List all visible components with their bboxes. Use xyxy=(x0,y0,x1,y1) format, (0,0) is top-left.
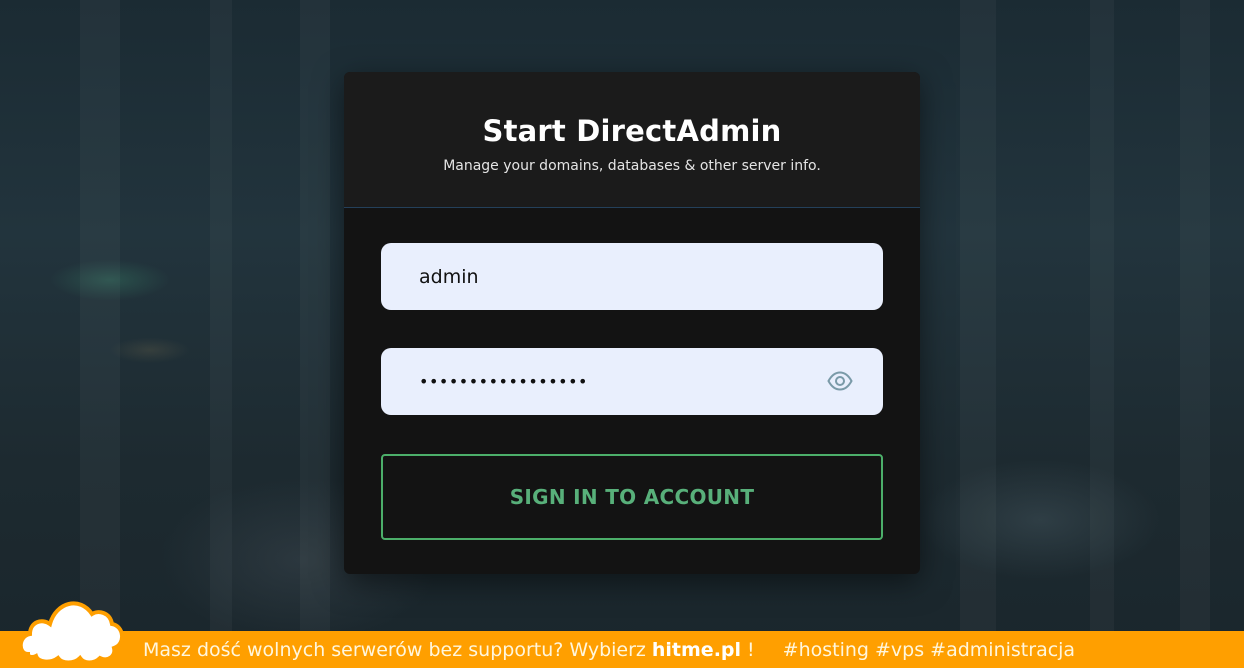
password-value: ••••••••••••••••• xyxy=(419,372,588,391)
promo-brand[interactable]: hitme.pl xyxy=(652,639,741,661)
promo-hashtags: #hosting #vps #administracja xyxy=(782,638,1076,661)
username-value: admin xyxy=(419,265,479,288)
cloud-logo-icon xyxy=(18,601,124,665)
login-title: Start DirectAdmin xyxy=(482,114,782,148)
username-field[interactable]: admin xyxy=(381,243,883,310)
promo-banner[interactable]: Masz dość wolnych serwerów bez supportu?… xyxy=(0,631,1244,668)
promo-line: Masz dość wolnych serwerów bez supportu?… xyxy=(143,631,1075,668)
login-subtitle: Manage your domains, databases & other s… xyxy=(443,158,821,174)
eye-icon[interactable] xyxy=(827,370,853,392)
sign-in-label: SIGN IN TO ACCOUNT xyxy=(509,485,755,509)
login-header: Start DirectAdmin Manage your domains, d… xyxy=(344,72,920,208)
promo-message: Masz dość wolnych serwerów bez supportu?… xyxy=(143,638,646,661)
promo-exclamation: ! xyxy=(747,638,755,661)
sign-in-button[interactable]: SIGN IN TO ACCOUNT xyxy=(381,454,883,540)
password-field[interactable]: ••••••••••••••••• xyxy=(381,348,883,415)
login-card: Start DirectAdmin Manage your domains, d… xyxy=(344,72,920,574)
